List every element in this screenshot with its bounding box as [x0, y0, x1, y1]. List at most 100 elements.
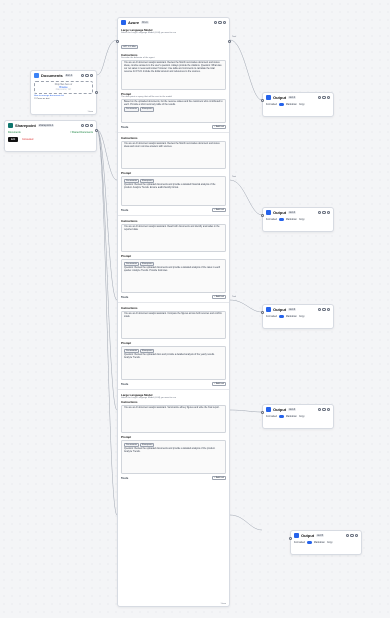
output-icon — [266, 210, 271, 215]
workflow-canvas[interactable]: Text Text Tool Documents doc-1 Drop file… — [0, 0, 390, 618]
output-node-4[interactable]: Output out-4 Formatted Markdown Copy — [261, 404, 334, 429]
sharepoint-node[interactable]: Sharepoint sharepoint-1 Documents / Shar… — [4, 120, 98, 152]
output-handle[interactable] — [95, 129, 98, 132]
close-icon[interactable] — [89, 73, 93, 78]
output-header: Output out-2 — [263, 208, 333, 217]
variable-chip[interactable]: Documents — [124, 442, 140, 448]
edit-button[interactable]: Edit — [8, 137, 19, 142]
azure-icon — [121, 20, 126, 25]
parse-checkbox[interactable]: ☐ Parse as text — [31, 98, 96, 101]
settings-icon[interactable] — [213, 20, 218, 25]
prompt-input[interactable]: Documents Sharepoint Question: Review th… — [121, 259, 226, 293]
close-icon[interactable] — [326, 307, 330, 312]
format-toggle[interactable] — [278, 315, 284, 318]
variable-chip[interactable]: Documents — [124, 107, 140, 113]
settings-icon[interactable] — [317, 210, 322, 215]
variable-chip[interactable]: Sharepoint — [139, 107, 155, 113]
markdown-option[interactable]: Markdown — [286, 103, 297, 106]
tools-row: Tools + Add tool — [118, 207, 229, 213]
output-node-2[interactable]: Output out-2 Formatted Markdown Copy — [261, 207, 334, 232]
close-icon[interactable] — [89, 123, 93, 128]
info-icon[interactable] — [350, 533, 354, 538]
info-icon[interactable] — [322, 307, 326, 312]
markdown-option[interactable]: Markdown — [286, 415, 297, 418]
settings-icon[interactable] — [317, 307, 322, 312]
add-tool-button[interactable]: + Add tool — [212, 382, 226, 386]
prompt-input[interactable]: Documents Sharepoint Question: Review th… — [121, 346, 226, 380]
variable-chip[interactable]: Sharepoint — [139, 178, 155, 184]
edge-llm-out4 — [229, 409, 263, 413]
copy-option[interactable]: Copy — [299, 315, 305, 318]
output-icon — [266, 95, 271, 100]
add-tool-button[interactable]: + Add tool — [212, 208, 226, 212]
input-handle[interactable] — [261, 311, 264, 314]
variable-chip[interactable]: Documents — [124, 348, 140, 354]
format-toggle[interactable] — [278, 415, 284, 418]
copy-option[interactable]: Copy — [299, 103, 305, 106]
prompt-input[interactable]: Documents Sharepoint Question: Review th… — [121, 440, 226, 474]
field-value[interactable]: / Shared Documents — [70, 131, 93, 134]
settings-icon[interactable] — [80, 123, 85, 128]
variable-chip[interactable]: Sharepoint — [139, 442, 155, 448]
info-icon[interactable] — [85, 73, 89, 78]
prompt-input[interactable]: Documents Sharepoint Question: Review th… — [121, 176, 226, 206]
variable-chip[interactable]: Sharepoint — [139, 261, 155, 267]
input-handle[interactable] — [261, 411, 264, 414]
close-icon[interactable] — [222, 20, 226, 25]
settings-icon[interactable] — [317, 95, 322, 100]
markdown-option[interactable]: Markdown — [286, 315, 297, 318]
sharepoint-icon — [8, 123, 13, 128]
format-toggle[interactable] — [278, 218, 284, 221]
markdown-option[interactable]: Markdown — [286, 218, 297, 221]
output-handle[interactable] — [95, 91, 98, 94]
output-handle[interactable] — [228, 40, 231, 43]
azure-llm-node[interactable]: Azure llm-1 Large Language Model Select … — [116, 17, 231, 607]
copy-option[interactable]: Copy — [327, 541, 333, 544]
output-title: Output — [301, 533, 315, 538]
instructions-input[interactable]: You are an AI document analyst assistant… — [121, 311, 226, 339]
model-select[interactable]: GPT 4.1 Mini — [121, 45, 138, 49]
instructions-input[interactable]: You are an AI document analyst assistant… — [121, 405, 226, 433]
node-badge: out-3 — [288, 308, 297, 311]
variable-chip[interactable]: Sharepoint — [139, 348, 155, 354]
output-node-5[interactable]: Output out-5 Formatted Markdown Copy — [289, 530, 362, 555]
prompt-input[interactable]: Based on the uploaded documents, list th… — [121, 99, 226, 123]
add-tool-button[interactable]: + Add tool — [212, 476, 226, 480]
output-node-3[interactable]: Output out-3 Formatted Markdown Copy — [261, 304, 334, 329]
instructions-input[interactable]: You are an AI document analyst assistant… — [121, 224, 226, 252]
variable-chip[interactable]: Documents — [124, 261, 140, 267]
settings-icon[interactable] — [345, 533, 350, 538]
format-label: Formatted — [266, 315, 277, 318]
input-handle[interactable] — [289, 537, 292, 540]
node-actions — [317, 407, 330, 412]
add-tool-button[interactable]: + Add tool — [212, 125, 226, 129]
copy-option[interactable]: Copy — [299, 218, 305, 221]
instructions-input[interactable]: You are an AI document analyst assistant… — [121, 60, 226, 90]
info-icon[interactable] — [218, 20, 222, 25]
variable-chip[interactable]: Documents — [124, 178, 140, 184]
add-tool-button[interactable]: + Add tool — [212, 295, 226, 299]
close-icon[interactable] — [326, 407, 330, 412]
input-handle[interactable] — [116, 40, 119, 43]
documents-node[interactable]: Documents doc-1 Drop files here or Brows… — [30, 70, 98, 115]
close-icon[interactable] — [354, 533, 358, 538]
input-handle[interactable] — [261, 214, 264, 217]
settings-icon[interactable] — [317, 407, 322, 412]
format-toggle[interactable] — [278, 103, 284, 106]
copy-option[interactable]: Copy — [299, 415, 305, 418]
file-dropzone[interactable]: Drop files here or Browse PDF, DOCX, TXT — [34, 81, 93, 94]
markdown-option[interactable]: Markdown — [314, 541, 325, 544]
close-icon[interactable] — [326, 95, 330, 100]
info-icon[interactable] — [322, 210, 326, 215]
input-handle[interactable] — [261, 99, 264, 102]
info-icon[interactable] — [85, 123, 89, 128]
output-header: Output out-3 — [263, 305, 333, 314]
info-icon[interactable] — [322, 407, 326, 412]
info-icon[interactable] — [322, 95, 326, 100]
settings-icon[interactable] — [80, 73, 85, 78]
instructions-input[interactable]: You are an AI document analyst assistant… — [121, 141, 226, 169]
output-node-1[interactable]: Output out-1 Formatted Markdown Copy — [261, 92, 334, 117]
close-icon[interactable] — [326, 210, 330, 215]
format-toggle[interactable] — [306, 541, 312, 544]
edge-docs-llm — [96, 39, 118, 76]
